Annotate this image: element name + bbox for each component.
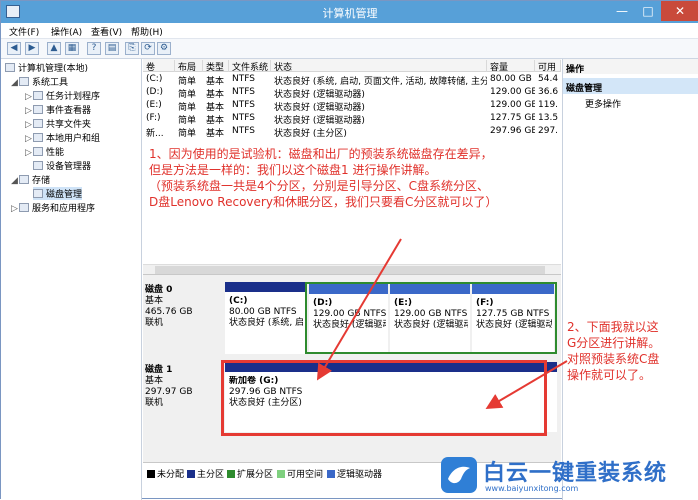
watermark-logo: 白云一键重装系统 www.baiyunxitong.com <box>441 453 696 499</box>
arrow-to-disk1 <box>316 238 402 381</box>
bird-logo-icon <box>441 457 477 493</box>
arrow-to-partition-g <box>485 360 568 410</box>
logo-text: 白云一键重装系统 <box>483 461 668 486</box>
annotation-arrows <box>316 238 568 410</box>
logo-url: www.baiyunxitong.com <box>485 484 579 493</box>
computer-management-window: 计算机管理 — □ ✕ 文件(F) 操作(A) 查看(V) 帮助(H) ◀ ▶ … <box>0 0 698 500</box>
